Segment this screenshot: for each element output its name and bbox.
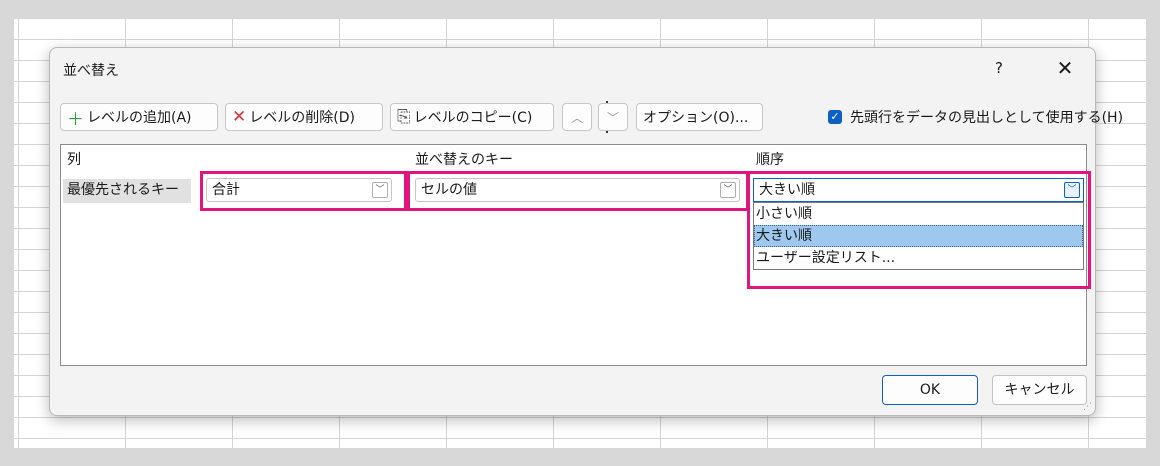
move-up-button[interactable]: ︿ xyxy=(562,103,592,131)
options-button[interactable]: オプション(O)... xyxy=(636,103,763,131)
chevron-down-icon: ﹀ xyxy=(372,182,388,198)
copy-level-button[interactable]: ⎘ レベルのコピー(C) xyxy=(390,103,554,131)
column-header-column: 列 xyxy=(67,152,81,168)
column-select[interactable]: 合計 ﹀ xyxy=(206,178,392,202)
move-down-button[interactable]: ﹀ xyxy=(598,103,628,131)
sort-levels-panel: 列 並べ替えのキー 順序 最優先されるキー 合計 ﹀ セルの値 ﹀ 大きい順 ﹀… xyxy=(60,144,1091,366)
order-option-descending[interactable]: 大きい順 xyxy=(754,225,1083,247)
delete-level-button[interactable]: ✕ レベルの削除(D) xyxy=(225,103,383,131)
order-option-custom-list[interactable]: ユーザー設定リスト... xyxy=(754,247,1083,269)
plus-icon: ＋ xyxy=(67,109,84,130)
resize-grip-icon[interactable]: ⋰ xyxy=(1083,402,1092,412)
header-row-checkbox[interactable]: ✓ 先頭行をデータの見出しとして使用する(H) xyxy=(828,103,1123,131)
chevron-down-icon: ﹀ xyxy=(720,182,736,198)
copy-icon: ⎘ xyxy=(397,107,411,127)
checkmark-icon: ✓ xyxy=(828,110,842,124)
dialog-title: 並べ替え xyxy=(63,63,119,79)
sort-dialog: 並べ替え ? ✕ ＋ レベルの追加(A) ✕ レベルの削除(D) ⎘ レベルのコ… xyxy=(49,47,1123,416)
close-button[interactable]: ✕ xyxy=(1048,54,1082,82)
chevron-up-icon: ︿ xyxy=(570,110,583,125)
add-level-button[interactable]: ＋ レベルの追加(A) xyxy=(60,103,218,131)
order-select[interactable]: 大きい順 ﹀ xyxy=(753,178,1084,202)
add-level-label: レベルの追加(A) xyxy=(87,110,192,126)
sort-level-label: 最優先されるキー xyxy=(63,179,191,203)
copy-level-label: レベルのコピー(C) xyxy=(413,110,533,126)
column-header-sort-on: 並べ替えのキー xyxy=(415,152,513,168)
chevron-down-icon: ﹀ xyxy=(1064,182,1080,198)
chevron-down-icon: ﹀ xyxy=(606,110,619,125)
cancel-button[interactable]: キャンセル xyxy=(992,375,1087,405)
sort-on-select[interactable]: セルの値 ﹀ xyxy=(415,178,740,202)
ok-button[interactable]: OK xyxy=(882,375,978,405)
order-dropdown-list: 小さい順 大きい順 ユーザー設定リスト... xyxy=(753,202,1084,270)
order-option-ascending[interactable]: 小さい順 xyxy=(754,203,1083,225)
sort-on-select-value: セルの値 xyxy=(421,182,477,198)
column-select-value: 合計 xyxy=(212,182,240,198)
delete-x-icon: ✕ xyxy=(232,107,247,127)
column-header-order: 順序 xyxy=(756,152,784,168)
help-button[interactable]: ? xyxy=(985,54,1013,82)
order-select-value: 大きい順 xyxy=(759,182,815,198)
delete-level-label: レベルの削除(D) xyxy=(249,110,355,126)
header-row-checkbox-label: 先頭行をデータの見出しとして使用する(H) xyxy=(850,110,1124,126)
